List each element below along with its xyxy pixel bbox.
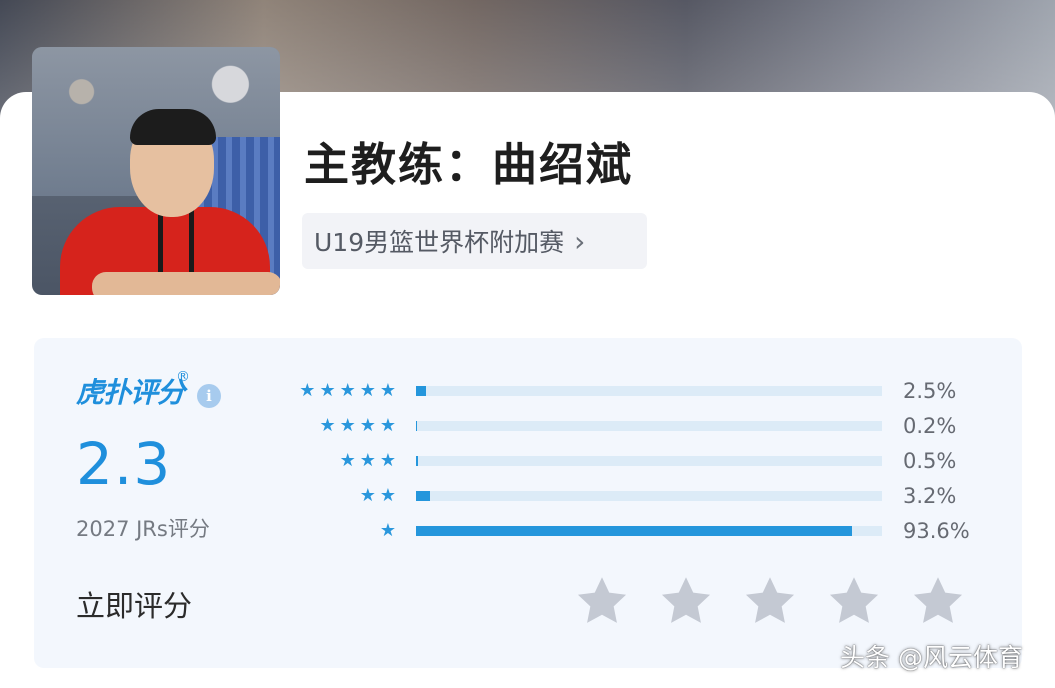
small-star-icon: ★ (359, 485, 376, 506)
distribution-percent: 93.6% (903, 519, 970, 543)
distribution-percent: 2.5% (903, 379, 957, 403)
distribution-bar-track (416, 386, 882, 396)
watermark: 头条 @风云体育 (840, 643, 1023, 672)
small-star-icon: ★ (379, 380, 396, 401)
distribution-bar-fill (416, 386, 426, 396)
distribution-row-1-star: ★ 93.6% (34, 516, 1022, 546)
distribution-bar-track (416, 526, 882, 536)
distribution-row-2-star: ★ ★ 3.2% (34, 481, 1022, 511)
distribution-percent: 3.2% (903, 484, 957, 508)
coach-title: 主教练：曲绍斌 (304, 138, 634, 191)
distribution-percent: 0.5% (903, 449, 957, 473)
event-label: U19男篮世界杯附加赛 (314, 228, 565, 257)
coach-photo (32, 47, 280, 295)
small-star-icon: ★ (339, 415, 356, 436)
distribution-percent: 0.2% (903, 414, 957, 438)
distribution-bar-fill (416, 421, 417, 431)
small-star-icon: ★ (319, 380, 336, 401)
photo-hair (130, 109, 216, 145)
distribution-bar-track (416, 421, 882, 431)
small-star-icon: ★ (359, 380, 376, 401)
distribution-bar-fill (416, 526, 853, 536)
small-star-icon: ★ (379, 485, 396, 506)
distribution-row-5-star: ★ ★ ★ ★ ★ 2.5% (34, 376, 1022, 406)
distribution-bar-track (416, 491, 882, 501)
small-star-icon: ★ (299, 380, 316, 401)
small-star-icon: ★ (339, 450, 356, 471)
distribution-row-4-star: ★ ★ ★ ★ 0.2% (34, 411, 1022, 441)
chevron-right-icon: › (574, 224, 586, 258)
distribution-stars: ★ (380, 516, 396, 546)
event-link[interactable]: U19男篮世界杯附加赛 › (302, 213, 647, 269)
distribution-bar-fill (416, 456, 419, 466)
small-star-icon: ★ (339, 380, 356, 401)
rating-panel: 虎扑评分 ® i 2.3 2027 JRs评分 ★ ★ ★ ★ ★ 2.5% ★ ★ ★ ★ 0.2… (34, 338, 1022, 668)
small-star-icon: ★ (359, 450, 376, 471)
distribution-stars: ★ ★ ★ ★ (319, 411, 396, 441)
rate-now-label: 立即评分 (76, 589, 193, 623)
distribution-stars: ★ ★ (360, 481, 396, 511)
distribution-row-3-star: ★ ★ ★ 0.5% (34, 446, 1022, 476)
rate-star-1-icon[interactable] (574, 573, 630, 629)
small-star-icon: ★ (379, 450, 396, 471)
distribution-bar-track (416, 456, 882, 466)
small-star-icon: ★ (379, 415, 396, 436)
rate-star-4-icon[interactable] (826, 573, 882, 629)
small-star-icon: ★ (319, 415, 336, 436)
distribution-bar-fill (416, 491, 430, 501)
rate-star-5-icon[interactable] (910, 573, 966, 629)
rate-stars (574, 573, 966, 629)
rate-star-3-icon[interactable] (742, 573, 798, 629)
distribution-stars: ★ ★ ★ (340, 446, 396, 476)
photo-crossed-arms (92, 272, 280, 295)
rate-star-2-icon[interactable] (658, 573, 714, 629)
distribution-stars: ★ ★ ★ ★ ★ (299, 376, 396, 406)
small-star-icon: ★ (379, 520, 396, 541)
small-star-icon: ★ (359, 415, 376, 436)
